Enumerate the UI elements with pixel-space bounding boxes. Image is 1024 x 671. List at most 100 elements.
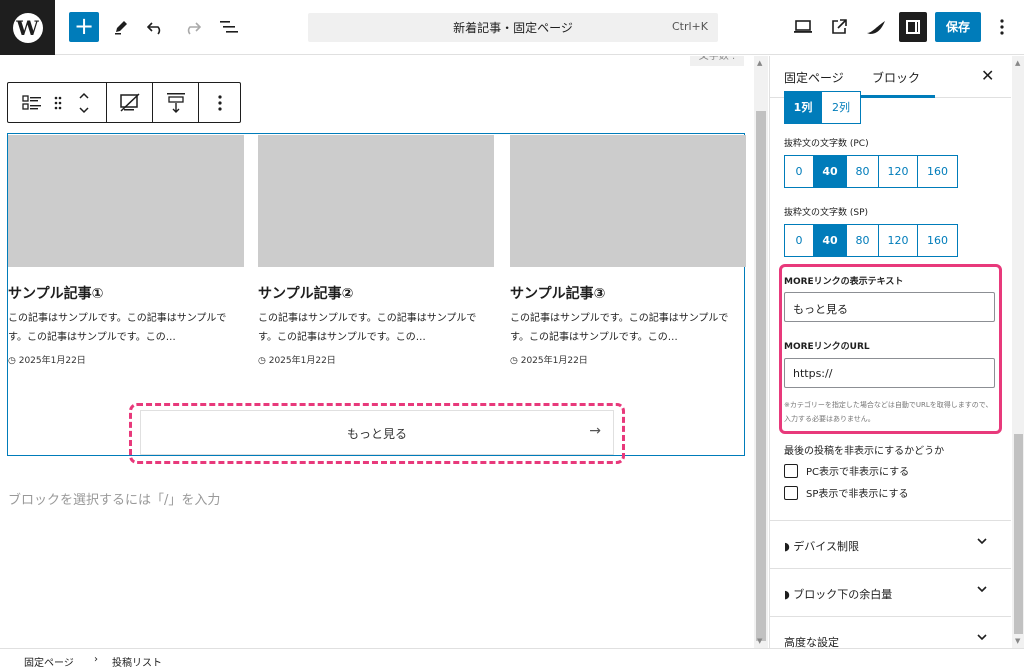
desktop-preview-icon[interactable] (788, 12, 818, 42)
hide-pc-label: PC表示で非表示にする (806, 467, 910, 478)
more-link-button[interactable]: もっと見る → (140, 410, 614, 455)
add-block-button[interactable]: + (69, 12, 99, 42)
more-link-label: もっと見る (346, 427, 407, 441)
hide-sp-checkbox-row[interactable]: SP表示で非表示にする (784, 485, 908, 500)
scroll-down-icon[interactable]: ▼ (1015, 637, 1020, 645)
excerpt-pc-option[interactable]: 40 (813, 155, 847, 188)
post-excerpt: この記事はサンプルです。この記事はサンプルです。この記事はサンプルです。この… (258, 313, 477, 343)
more-text-input[interactable]: もっと見る (784, 292, 995, 322)
excerpt-sp-option[interactable]: 80 (846, 224, 879, 257)
post-title: サンプル記事① (8, 286, 104, 302)
excerpt-pc-option[interactable]: 120 (878, 155, 918, 188)
excerpt-pc-toggle: 0 40 80 120 160 (784, 155, 958, 188)
block-options-icon[interactable] (200, 83, 240, 122)
tab-block[interactable]: ブロック (872, 69, 920, 86)
excerpt-sp-option[interactable]: 160 (917, 224, 958, 257)
settings-panel-toggle[interactable] (899, 12, 927, 42)
excerpt-sp-option[interactable]: 120 (878, 224, 918, 257)
panel-device-limit[interactable]: ◗ デバイス制限 (770, 520, 1011, 568)
save-button[interactable]: 保存 (935, 12, 981, 42)
more-url-label: MOREリンクのURL (784, 342, 870, 352)
document-title: 新着記事・固定ページ (453, 21, 573, 35)
post-excerpt: この記事はサンプルです。この記事はサンプルです。この記事はサンプルです。この… (8, 313, 227, 343)
clock-icon: ◷ (258, 356, 269, 366)
command-palette-bar[interactable]: 新着記事・固定ページ Ctrl+K (308, 13, 718, 42)
post-date: ◷ 2025年1月22日 (258, 356, 336, 366)
columns-toggle: 1列 2列 (784, 91, 861, 124)
more-text-label: MOREリンクの表示テキスト (784, 277, 904, 287)
chevron-down-icon (976, 535, 988, 550)
post-excerpt: この記事はサンプルです。この記事はサンプルです。この記事はサンプルです。この… (510, 313, 729, 343)
columns-option-2[interactable]: 2列 (821, 91, 861, 124)
active-tab-indicator (857, 95, 935, 98)
pencil-icon[interactable] (106, 12, 136, 42)
panel-bottom-margin[interactable]: ◗ ブロック下の余白量 (770, 568, 1011, 616)
chevron-down-icon (976, 583, 988, 598)
swell-leaf-icon: ◗ (784, 588, 794, 601)
block-appender-placeholder[interactable]: ブロックを選択するには「/」を入力 (8, 489, 220, 508)
more-vertical-icon[interactable] (987, 12, 1017, 42)
canvas-scroll-thumb[interactable] (756, 111, 766, 641)
clock-icon: ◷ (8, 356, 19, 366)
excerpt-pc-label: 抜粋文の文字数 (PC) (784, 139, 869, 149)
list-view-icon[interactable] (214, 12, 244, 42)
post-thumbnail (510, 135, 746, 267)
excerpt-pc-option[interactable]: 80 (846, 155, 879, 188)
more-url-input[interactable]: https:// (784, 358, 995, 388)
redo-icon[interactable] (177, 12, 207, 42)
breadcrumb: 固定ページ › 投稿リスト (0, 648, 1024, 671)
spacing-icon[interactable] (154, 83, 198, 122)
clock-icon: ◷ (510, 356, 521, 366)
breadcrumb-page[interactable]: 固定ページ (24, 654, 74, 669)
wordpress-logo-button[interactable]: W (0, 0, 55, 55)
more-url-help: ※カテゴリーを指定した場合などは自動でURLを取得しますので、入力する必要はあり… (784, 401, 993, 423)
post-title: サンプル記事③ (510, 286, 606, 302)
drag-handle-icon[interactable] (50, 83, 66, 122)
excerpt-pc-option[interactable]: 0 (784, 155, 814, 188)
columns-option-1[interactable]: 1列 (784, 91, 822, 124)
excerpt-sp-option[interactable]: 0 (784, 224, 814, 257)
canvas-scrollbar[interactable]: ▲ ▼ (754, 56, 768, 648)
chevron-down-icon (976, 631, 988, 646)
device-visibility-icon[interactable] (108, 83, 152, 122)
post-thumbnail (258, 135, 494, 267)
post-date: ◷ 2025年1月22日 (510, 356, 588, 366)
post-thumbnail (8, 135, 244, 267)
breadcrumb-separator-icon: › (94, 654, 98, 665)
editor-canvas[interactable]: 文字数 : サンプル記事① この記事はサンプルです。この記事はサンプルです。この… (0, 56, 768, 648)
block-type-icon[interactable] (16, 83, 48, 122)
hide-pc-checkbox-row[interactable]: PC表示で非表示にする (784, 463, 909, 478)
close-icon[interactable]: ✕ (981, 66, 994, 85)
move-up-down-icon[interactable] (72, 83, 96, 122)
scroll-down-icon[interactable]: ▼ (757, 637, 762, 645)
post-card[interactable]: サンプル記事③ この記事はサンプルです。この記事はサンプルです。この記事はサンプ… (510, 135, 746, 366)
scroll-up-icon[interactable]: ▲ (1015, 59, 1020, 67)
hide-last-label: 最後の投稿を非表示にするかどうか (784, 446, 945, 457)
panel-advanced[interactable]: 高度な設定 (770, 616, 1011, 648)
wordpress-logo-icon: W (12, 12, 43, 43)
post-card[interactable]: サンプル記事① この記事はサンプルです。この記事はサンプルです。この記事はサンプ… (8, 135, 244, 366)
settings-panel-icon (906, 20, 920, 34)
sidebar-scrollbar[interactable]: ▲ ▼ (1012, 56, 1024, 648)
hide-pc-checkbox[interactable] (784, 463, 798, 478)
panel-advanced-label: 高度な設定 (784, 636, 839, 648)
excerpt-sp-label: 抜粋文の文字数 (SP) (784, 208, 869, 218)
excerpt-pc-option[interactable]: 160 (917, 155, 958, 188)
tab-page[interactable]: 固定ページ (784, 69, 844, 86)
external-link-icon[interactable] (824, 12, 854, 42)
swell-leaf-icon: ◗ (784, 540, 794, 553)
post-date: ◷ 2025年1月22日 (8, 356, 86, 366)
hide-sp-checkbox[interactable] (784, 485, 798, 500)
post-card[interactable]: サンプル記事② この記事はサンプルです。この記事はサンプルです。この記事はサンプ… (258, 135, 494, 366)
sidebar-scroll-thumb[interactable] (1014, 434, 1023, 634)
panel-device-limit-label: ◗ デバイス制限 (784, 540, 859, 553)
swell-logo-icon[interactable] (861, 12, 891, 42)
excerpt-sp-option[interactable]: 40 (813, 224, 847, 257)
excerpt-sp-toggle: 0 40 80 120 160 (784, 224, 958, 257)
undo-icon[interactable] (141, 12, 171, 42)
arrow-right-icon: → (589, 423, 601, 439)
breadcrumb-block[interactable]: 投稿リスト (112, 654, 162, 669)
scroll-up-icon[interactable]: ▲ (757, 59, 762, 67)
char-count-tag: 文字数 : (690, 56, 744, 66)
hide-sp-label: SP表示で非表示にする (806, 489, 909, 500)
